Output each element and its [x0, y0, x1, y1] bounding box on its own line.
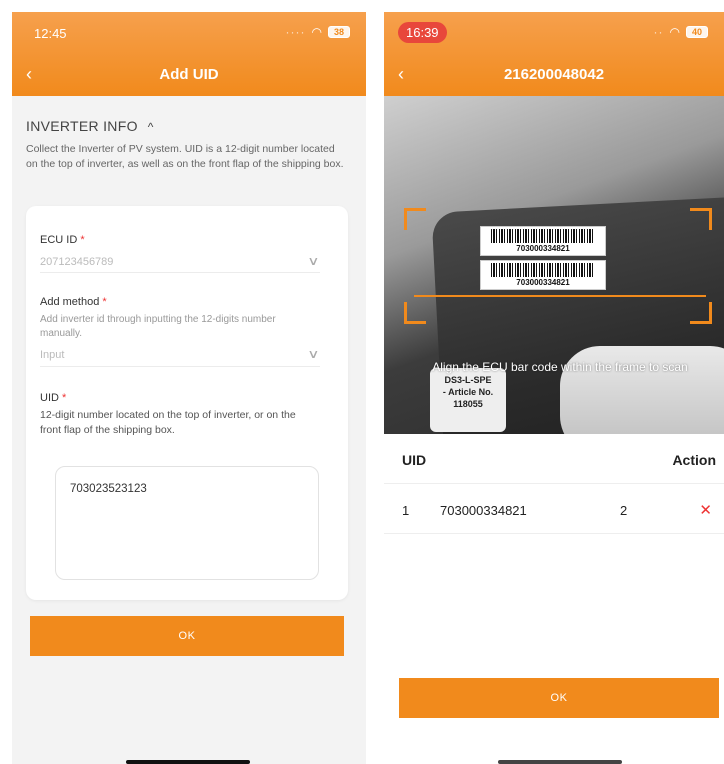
- page-title: 216200048042: [503, 66, 605, 83]
- add-method-label: Add method *: [40, 296, 107, 308]
- ecu-id-select[interactable]: 207123456789: [40, 256, 113, 268]
- ecu-id-label: ECU ID *: [40, 234, 85, 246]
- page-title: Add UID: [159, 66, 219, 83]
- status-icons: ·· ◠ 40: [654, 25, 708, 39]
- column-uid: UID: [402, 452, 427, 468]
- scan-line: [414, 295, 706, 297]
- wifi-icon: ◠: [311, 25, 322, 39]
- row-index: 1: [402, 503, 410, 518]
- row-uid: 703000334821: [440, 503, 527, 518]
- inverter-info-toggle[interactable]: INVERTER INFO ^: [26, 118, 154, 134]
- scan-screen: 16:39 ·· ◠ 40 ‹ 216200048042 70300033482…: [384, 12, 724, 764]
- divider: [40, 366, 320, 367]
- scan-frame-corner: [690, 208, 712, 230]
- scan-hint: Align the ECU bar code within the frame …: [432, 360, 688, 374]
- product-label: DS3-L-SPE - Article No. 118055: [430, 368, 506, 432]
- scan-frame-corner: [404, 208, 426, 230]
- app-header: 12:45 ···· ◠ 38 ‹ Add UID: [12, 12, 366, 96]
- add-uid-screen: 12:45 ···· ◠ 38 ‹ Add UID INVERTER INFO ^…: [12, 12, 366, 764]
- ok-button[interactable]: OK: [399, 678, 719, 718]
- camera-viewfinder[interactable]: 703000334821 703000334821 DS3-L-SPE - Ar…: [384, 96, 724, 434]
- status-time: 12:45: [34, 26, 67, 41]
- signal-icon: ··: [653, 25, 664, 39]
- barcode-icon: [491, 263, 595, 277]
- table-header: UID Action: [384, 434, 724, 484]
- wifi-icon: ◠: [669, 25, 680, 39]
- scan-frame-corner: [690, 302, 712, 324]
- app-header: 16:39 ·· ◠ 40 ‹ 216200048042: [384, 12, 724, 96]
- divider: [40, 272, 320, 273]
- section-title: INVERTER INFO: [26, 118, 138, 134]
- add-method-hint: Add inverter id through inputting the 12…: [40, 314, 276, 339]
- uid-textarea[interactable]: 703023523123: [55, 466, 319, 580]
- barcode-label: 703000334821: [480, 260, 606, 290]
- table-row: 1 703000334821 2 ✕: [384, 484, 724, 534]
- battery-icon: 40: [686, 26, 708, 38]
- scan-frame-corner: [404, 302, 426, 324]
- battery-icon: 38: [328, 26, 350, 38]
- signal-icon: ····: [285, 25, 306, 39]
- barcode-label: 703000334821: [480, 226, 606, 256]
- uid-hint: 12-digit number located on the top of in…: [40, 409, 296, 436]
- status-icons: ···· ◠ 38: [286, 25, 350, 39]
- ok-button[interactable]: OK: [30, 616, 344, 656]
- home-indicator: [126, 760, 250, 764]
- home-indicator: [498, 760, 622, 764]
- barcode-icon: [491, 229, 595, 243]
- chevron-up-icon: ^: [147, 120, 154, 134]
- delete-icon[interactable]: ✕: [699, 501, 712, 519]
- add-method-select[interactable]: Input: [40, 349, 64, 361]
- chevron-down-icon[interactable]: ∨: [307, 347, 319, 361]
- status-time: 16:39: [398, 22, 447, 43]
- column-action: Action: [672, 452, 716, 468]
- row-qty: 2: [620, 503, 628, 518]
- chevron-down-icon[interactable]: ∨: [307, 254, 319, 268]
- uid-label: UID *: [40, 392, 67, 404]
- section-description: Collect the Inverter of PV system. UID i…: [26, 143, 344, 170]
